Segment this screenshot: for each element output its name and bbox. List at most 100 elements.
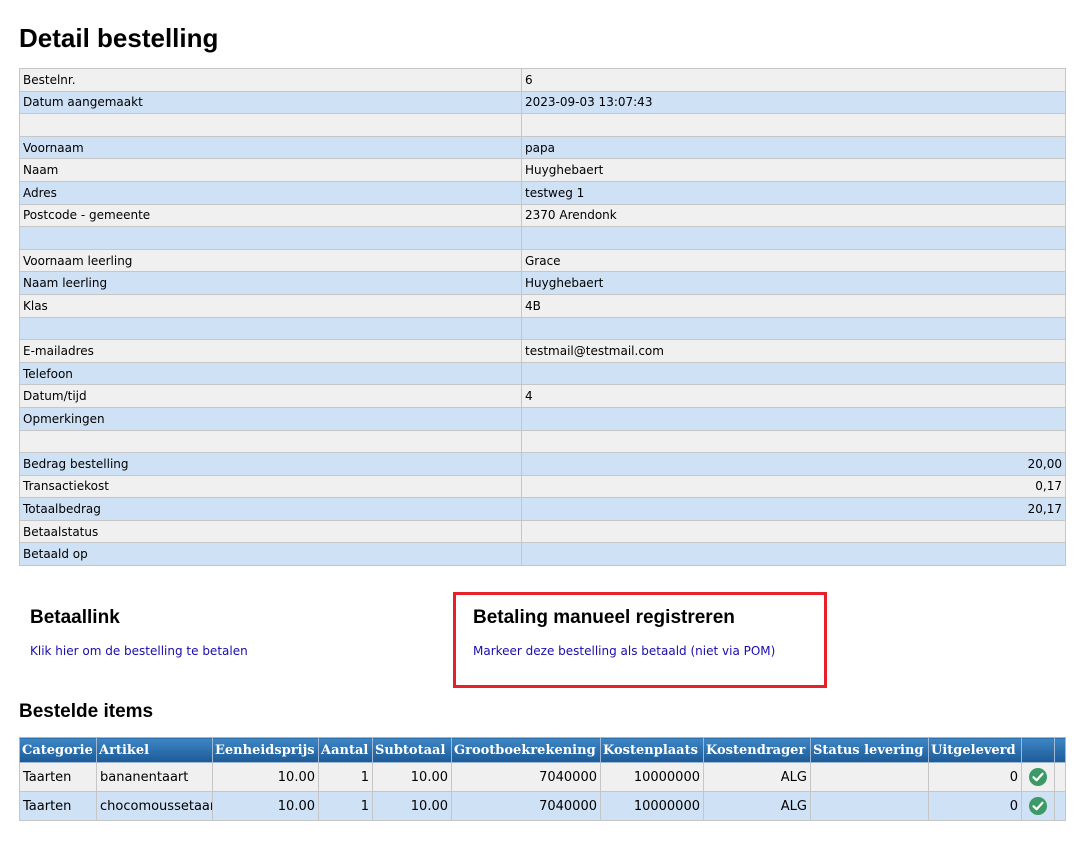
detail-label: Postcode - gemeente — [19, 203, 522, 228]
detail-row — [19, 113, 1066, 137]
cell-kostenplaats: 10000000 — [600, 791, 704, 821]
detail-row: Voornaam leerling Grace — [19, 248, 1066, 273]
detail-row: Betaald op — [19, 542, 1066, 567]
detail-row: Datum aangemaakt 2023-09-03 13:07:43 — [19, 90, 1066, 115]
detail-label: Naam leerling — [19, 271, 522, 295]
column-header[interactable]: Aantal — [318, 737, 373, 763]
detail-row: Bestelnr. 6 — [19, 68, 1066, 92]
detail-label: Transactiekost — [19, 474, 522, 499]
mark-paid-link[interactable]: Markeer deze bestelling als betaald (nie… — [473, 644, 775, 658]
cell-aantal: 1 — [318, 762, 373, 792]
detail-value: 0,17 — [521, 474, 1066, 499]
pay-order-link[interactable]: Klik hier om de bestelling te betalen — [30, 644, 248, 658]
detail-value: 4B — [521, 293, 1066, 318]
detail-row — [19, 316, 1066, 341]
detail-label: Datum aangemaakt — [19, 90, 522, 115]
column-header[interactable]: Artikel — [96, 737, 213, 763]
detail-row: Naam leerling Huyghebaert — [19, 271, 1066, 295]
detail-label: E-mailadres — [19, 339, 522, 363]
cell-extra — [1054, 762, 1066, 792]
detail-value: 2370 Arendonk — [521, 203, 1066, 228]
column-header[interactable]: Subtotaal — [372, 737, 452, 763]
column-header[interactable]: Eenheidsprijs — [212, 737, 319, 763]
detail-label: Bestelnr. — [19, 68, 522, 92]
detail-value — [521, 429, 1066, 454]
cell-grootboekrekening: 7040000 — [451, 791, 601, 821]
ordered-items-table: Categorie Artikel Eenheidsprijs Aantal Subto… — [19, 737, 1066, 821]
detail-row: Bedrag bestelling 20,00 — [19, 452, 1066, 476]
page-title: Detail bestelling — [19, 23, 219, 53]
cell-kostendrager: ALG — [703, 791, 811, 821]
detail-row: Datum/tijd 4 — [19, 384, 1066, 408]
detail-value — [521, 519, 1066, 544]
detail-value: Huyghebaert — [521, 158, 1066, 182]
cell-categorie: Taarten — [19, 762, 97, 792]
cell-eenheidsprijs: 10.00 — [212, 762, 319, 792]
detail-row: Postcode - gemeente 2370 Arendonk — [19, 203, 1066, 228]
detail-label — [19, 226, 522, 250]
detail-label — [19, 429, 522, 454]
column-header[interactable]: Kostenplaats — [600, 737, 704, 763]
detail-value: 4 — [521, 384, 1066, 408]
detail-value: Huyghebaert — [521, 271, 1066, 295]
detail-label: Adres — [19, 180, 522, 205]
detail-value — [521, 113, 1066, 137]
column-header[interactable]: Status levering — [810, 737, 929, 763]
detail-value — [521, 406, 1066, 431]
cell-action — [1021, 762, 1055, 792]
detail-row: E-mailadres testmail@testmail.com — [19, 339, 1066, 363]
detail-value: testweg 1 — [521, 180, 1066, 205]
column-header[interactable]: Uitgeleverd — [928, 737, 1022, 763]
column-header[interactable]: Kostendrager — [703, 737, 811, 763]
payment-link-title: Betaallink — [30, 607, 120, 628]
detail-label: Betaalstatus — [19, 519, 522, 544]
detail-label: Bedrag bestelling — [19, 452, 522, 476]
detail-label: Telefoon — [19, 361, 522, 386]
detail-row — [19, 226, 1066, 250]
check-circle-icon[interactable] — [1029, 797, 1047, 815]
column-header[interactable] — [1021, 737, 1055, 763]
cell-eenheidsprijs: 10.00 — [212, 791, 319, 821]
cell-action — [1021, 791, 1055, 821]
detail-row: Transactiekost 0,17 — [19, 474, 1066, 499]
detail-value: testmail@testmail.com — [521, 339, 1066, 363]
detail-row: Adres testweg 1 — [19, 180, 1066, 205]
detail-row: Klas 4B — [19, 293, 1066, 318]
cell-uitgeleverd: 0 — [928, 762, 1022, 792]
column-header[interactable] — [1054, 737, 1066, 763]
detail-row: Opmerkingen — [19, 406, 1066, 431]
detail-row: Voornaam papa — [19, 135, 1066, 160]
manual-payment-title: Betaling manueel registreren — [473, 607, 735, 628]
detail-value — [521, 361, 1066, 386]
cell-artikel: chocomoussetaart — [96, 791, 213, 821]
detail-value — [521, 316, 1066, 341]
order-detail-table: Bestelnr. 6 Datum aangemaakt 2023-09-03 13:… — [19, 68, 1066, 567]
detail-label — [19, 113, 522, 137]
cell-status-levering — [810, 762, 929, 792]
table-row: Taarten chocomoussetaart 10.00 1 10.00 704000… — [19, 791, 1066, 821]
ordered-items-title: Bestelde items — [19, 701, 154, 722]
detail-label: Opmerkingen — [19, 406, 522, 431]
table-row: Taarten bananentaart 10.00 1 10.00 7040000 100… — [19, 762, 1066, 792]
detail-value: 20,00 — [521, 452, 1066, 476]
cell-status-levering — [810, 791, 929, 821]
cell-grootboekrekening: 7040000 — [451, 762, 601, 792]
detail-label: Naam — [19, 158, 522, 182]
detail-row: Naam Huyghebaert — [19, 158, 1066, 182]
cell-kostenplaats: 10000000 — [600, 762, 704, 792]
detail-value: 2023-09-03 13:07:43 — [521, 90, 1066, 115]
cell-subtotaal: 10.00 — [372, 791, 452, 821]
detail-value: 20,17 — [521, 497, 1066, 521]
cell-categorie: Taarten — [19, 791, 97, 821]
cell-subtotaal: 10.00 — [372, 762, 452, 792]
detail-label: Voornaam — [19, 135, 522, 160]
check-circle-icon[interactable] — [1029, 768, 1047, 786]
column-header[interactable]: Categorie — [19, 737, 97, 763]
detail-value: 6 — [521, 68, 1066, 92]
column-header[interactable]: Grootboekrekening — [451, 737, 601, 763]
cell-extra — [1054, 791, 1066, 821]
cell-artikel: bananentaart — [96, 762, 213, 792]
cell-aantal: 1 — [318, 791, 373, 821]
cell-kostendrager: ALG — [703, 762, 811, 792]
detail-row — [19, 429, 1066, 454]
